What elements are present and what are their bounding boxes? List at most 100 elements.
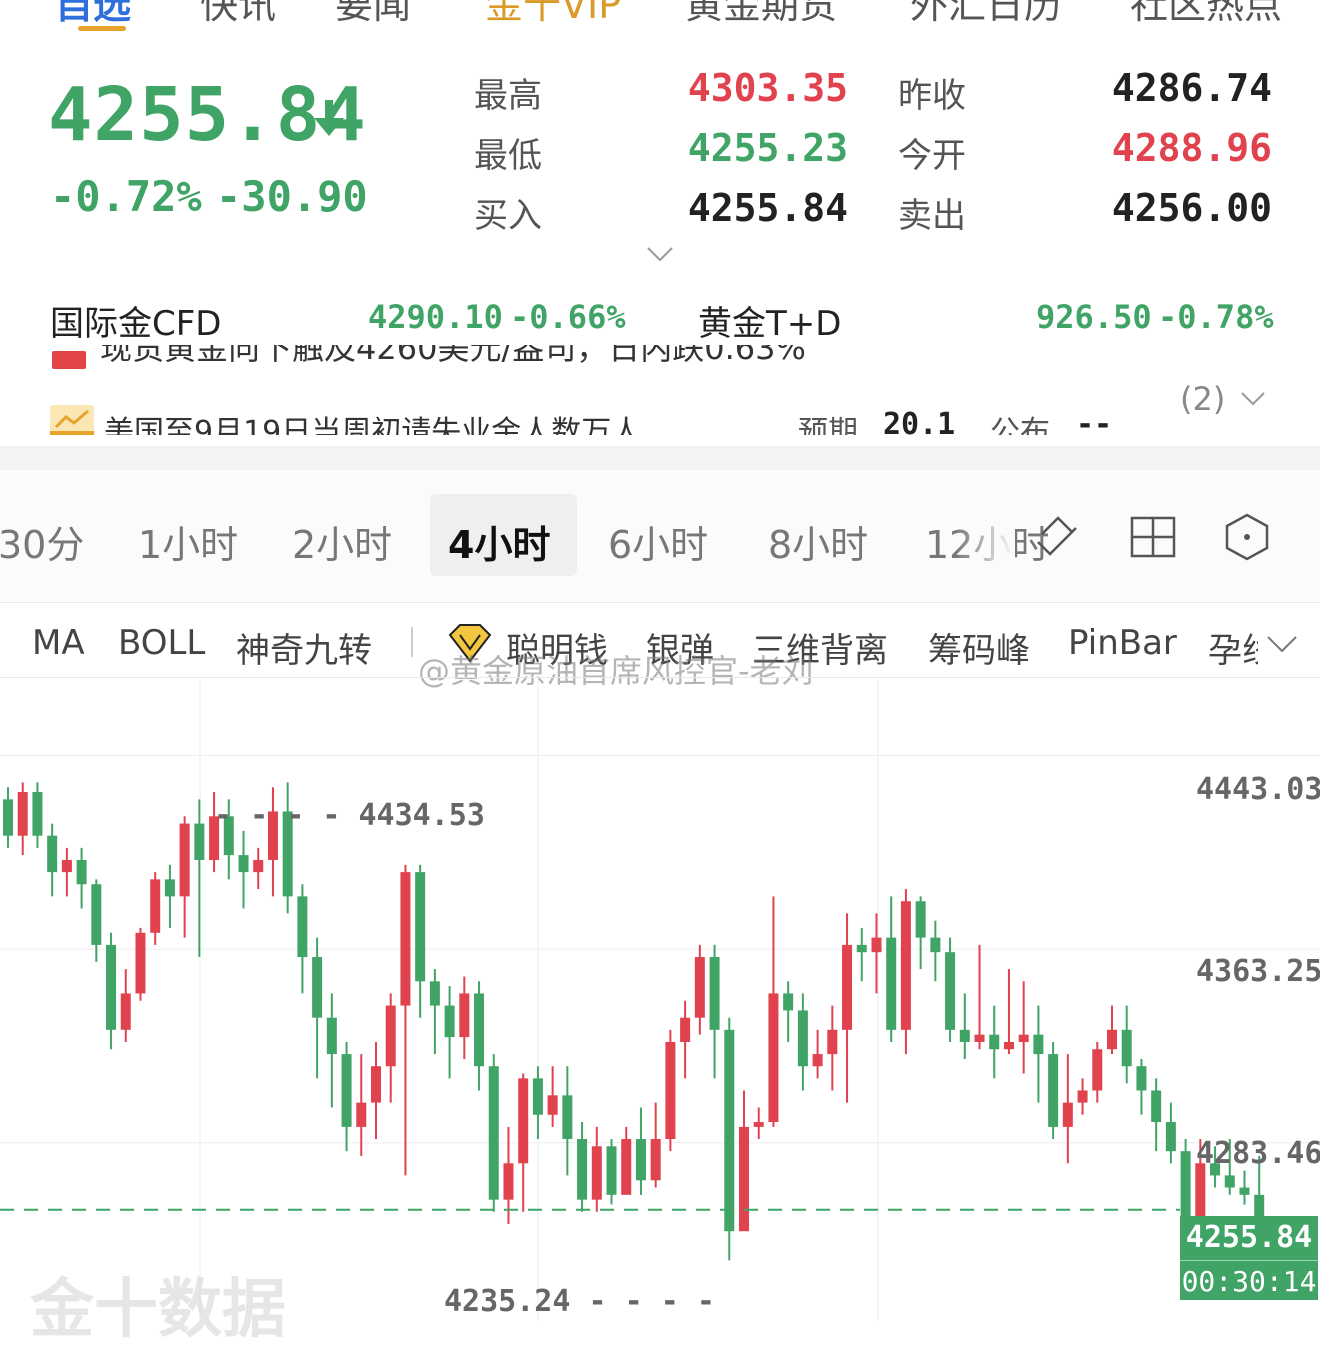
candle-body — [326, 1017, 337, 1055]
candle-body — [753, 1122, 764, 1127]
timeframe-6h[interactable]: 6小时 — [608, 514, 708, 569]
candle-body — [1136, 1066, 1147, 1091]
value-open: 4288.96 — [1111, 126, 1272, 170]
expected-label: 预期 — [798, 415, 858, 435]
tab-watchlist[interactable]: 自选 — [55, 0, 131, 29]
candle-body — [724, 1029, 735, 1232]
timeframe-1h[interactable]: 1小时 — [138, 514, 238, 569]
candlestick-chart[interactable]: 4443.03 4363.25 4283.46 - - - - 4434.53 … — [0, 677, 1320, 1347]
indicator-td-sequential[interactable]: 神奇九转 — [236, 623, 372, 672]
expected-value: 20.1 — [883, 407, 956, 435]
candle-body — [32, 792, 43, 836]
indicator-volume-profile[interactable]: 筹码峰 — [928, 623, 1030, 672]
related-price-td: 926.50 — [1036, 298, 1152, 336]
candle-body — [915, 901, 926, 938]
candle-body — [871, 937, 882, 953]
candle-body — [341, 1054, 352, 1127]
tab-news[interactable]: 要闻 — [335, 0, 411, 29]
news-ticker[interactable]: 现货黄金向下触及4260美元/盎司，日内跌0.63% 美国至9月19日当周初请失… — [0, 345, 1320, 435]
candle-body — [1048, 1054, 1059, 1127]
tab-gold-futures[interactable]: 黄金期货 — [685, 0, 837, 29]
timeframe-bar: 30分 1小时 2小时 4小时 6小时 8小时 12小时 — [0, 470, 1320, 603]
label-high: 最高 — [474, 76, 542, 116]
candle-body — [238, 855, 249, 873]
candle-body — [665, 1041, 676, 1140]
timeframe-30m[interactable]: 30分 — [0, 514, 84, 569]
candle-body — [150, 879, 161, 933]
timeframe-8h[interactable]: 8小时 — [768, 514, 868, 569]
indicator-ma[interactable]: MA — [32, 623, 85, 663]
change-percent: -0.72% — [50, 172, 202, 221]
tab-flash[interactable]: 快讯 — [200, 0, 276, 29]
related-name-cfd[interactable]: 国际金CFD — [50, 296, 221, 345]
candle-body — [739, 1126, 749, 1232]
candle-body — [400, 872, 411, 1006]
candle-body — [1033, 1034, 1044, 1055]
low-marker: 4235.24 - - - - — [444, 1284, 715, 1319]
tab-calendar[interactable]: 外汇日历 — [910, 0, 1062, 29]
news-item[interactable]: 现货黄金向下触及4260美元/盎司，日内跌0.63% — [100, 345, 806, 369]
candle-body — [179, 823, 190, 897]
timeframe-4h[interactable]: 4小时 — [448, 514, 550, 569]
candle-body — [415, 872, 426, 982]
related-price-cfd: 4290.10 — [368, 298, 503, 336]
timeframe-2h[interactable]: 2小时 — [292, 514, 392, 569]
candle-body — [886, 937, 897, 1030]
candle-body — [164, 879, 175, 897]
candle-body — [959, 1029, 970, 1042]
tab-vip[interactable]: 金十VIP — [485, 0, 621, 29]
candle-body — [974, 1034, 985, 1042]
candle-body — [47, 835, 58, 873]
label-bid: 买入 — [474, 196, 542, 236]
candle-body — [783, 993, 794, 1011]
candle-body — [856, 944, 867, 953]
y-axis-label: 4283.46 — [1196, 1136, 1320, 1171]
candle-countdown: 00:30:14 — [1180, 1260, 1318, 1298]
settings-hexagon-icon[interactable] — [1222, 512, 1272, 562]
active-tab-indicator — [78, 26, 126, 31]
candle-body — [253, 859, 264, 873]
chevron-down-icon[interactable] — [646, 244, 674, 264]
low-marker-value: 4235.24 — [444, 1284, 571, 1319]
value-low: 4255.23 — [687, 126, 848, 170]
candle-body — [1151, 1090, 1162, 1123]
indicator-boll[interactable]: BOLL — [118, 623, 205, 663]
candle-body — [503, 1163, 514, 1200]
scroll-fade — [955, 470, 1015, 602]
chevron-down-icon[interactable] — [1266, 633, 1298, 655]
candle-body — [474, 993, 485, 1067]
trend-chart-icon — [50, 405, 94, 435]
related-name-td[interactable]: 黄金T+D — [698, 296, 841, 345]
candle-body — [1062, 1102, 1073, 1127]
candle-body — [1107, 1029, 1117, 1050]
layout-grid-icon[interactable] — [1128, 512, 1178, 562]
tab-community[interactable]: 社区热点 — [1130, 0, 1282, 29]
brand-watermark: 金十数据 — [30, 1273, 286, 1347]
candle-body — [900, 901, 911, 1030]
y-axis-label: 4363.25 — [1196, 954, 1320, 989]
label-prev-close: 昨收 — [898, 76, 966, 116]
candle-body — [547, 1095, 558, 1115]
indicator-pinbar[interactable]: PinBar — [1068, 623, 1177, 663]
candle-body — [532, 1078, 543, 1115]
high-marker-value: 4434.53 — [358, 798, 485, 833]
candle-body — [1224, 1175, 1235, 1188]
candle-body — [61, 859, 72, 873]
drawing-tool-icon[interactable] — [1032, 512, 1082, 562]
candle-body — [694, 957, 705, 1018]
top-tab-bar: 自选 快讯 要闻 金十VIP 黄金期货 外汇日历 社区热点 — [0, 0, 1320, 60]
indicator-separator — [411, 627, 413, 657]
news-item-economic[interactable]: 美国至9月19日当周初请失业金人数万人 — [104, 407, 641, 435]
candle-body — [297, 896, 308, 958]
candle-body — [812, 1054, 823, 1067]
candle-body — [591, 1146, 602, 1200]
news-count[interactable]: (2) — [1180, 380, 1225, 418]
value-ask: 4256.00 — [1111, 186, 1272, 230]
label-ask: 卖出 — [898, 196, 966, 236]
indicator-inside-bar[interactable]: 孕线 — [1208, 623, 1258, 672]
chevron-down-icon[interactable] — [1240, 390, 1266, 408]
candle-body — [945, 952, 956, 1030]
candle-body — [106, 944, 117, 1030]
candle-body — [562, 1095, 573, 1140]
chart-canvas[interactable] — [0, 678, 1320, 1321]
